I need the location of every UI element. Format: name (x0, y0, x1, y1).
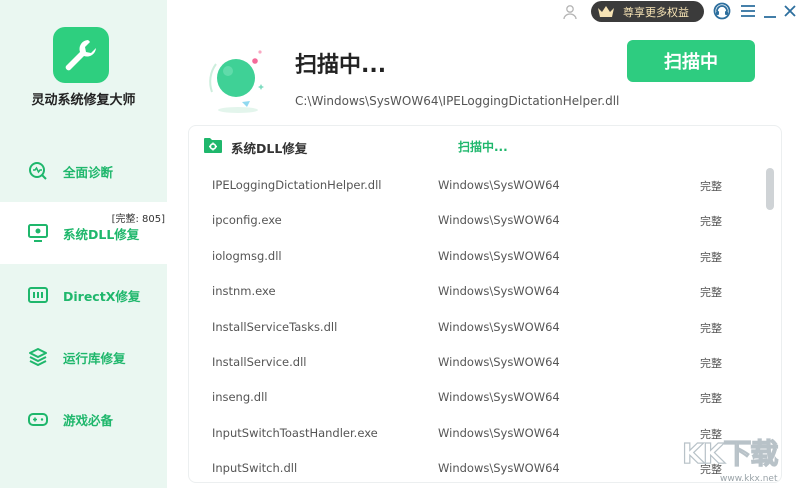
file-dir: Windows\SysWOW64 (438, 248, 560, 263)
file-name: iologmsg.dll (212, 248, 282, 263)
file-dir: Windows\SysWOW64 (438, 284, 560, 299)
menu-icon[interactable] (739, 2, 757, 20)
sidebar: 灵动系统修复大师 全面诊断 [完整: 805] 系统DLL修复 DirectX修… (0, 0, 167, 488)
vip-label: 尊享更多权益 (623, 5, 689, 19)
file-dir: Windows\SysWOW64 (438, 178, 560, 192)
list-item[interactable]: IPELoggingDictationHelper.dll Windows\Sy… (189, 168, 781, 203)
current-scan-path: C:\Windows\SysWOW64\IPELoggingDictationH… (295, 94, 620, 108)
feedback-icon[interactable] (713, 2, 731, 20)
scrollbar[interactable] (766, 168, 774, 210)
file-name: ipconfig.exe (212, 213, 282, 228)
file-status: 完整 (700, 180, 722, 193)
monitor-icon (28, 224, 48, 242)
file-status: 完整 (700, 250, 722, 264)
sidebar-item-dll[interactable]: [完整: 805] 系统DLL修复 (0, 202, 167, 264)
file-dir: Windows\SysWOW64 (438, 319, 560, 334)
file-name: InputSwitchToastHandler.exe (212, 425, 378, 440)
file-name: InstallServiceTasks.dll (212, 319, 338, 334)
panel-header: 系统DLL修复 扫描中... (189, 126, 781, 166)
sidebar-item-label: 全面诊断 (63, 164, 114, 180)
watermark-text: KK下载 (681, 436, 779, 470)
file-name: inseng.dll (212, 390, 268, 405)
diagnose-icon (29, 162, 47, 180)
file-dir: Windows\SysWOW64 (438, 461, 560, 476)
sidebar-item-diagnose[interactable]: 全面诊断 (0, 140, 167, 202)
user-icon[interactable] (562, 4, 578, 20)
file-status: 完整 (700, 321, 722, 335)
sidebar-item-label: 系统DLL修复 (63, 226, 140, 242)
panel-title: 系统DLL修复 (231, 141, 308, 156)
file-name: IPELoggingDictationHelper.dll (212, 178, 382, 192)
file-status: 完整 (700, 356, 722, 370)
vip-benefits-button[interactable]: 尊享更多权益 (591, 1, 704, 22)
list-item[interactable]: iologmsg.dll Windows\SysWOW64 完整 (189, 239, 781, 274)
file-name: InputSwitch.dll (212, 461, 298, 476)
file-status: 完整 (700, 215, 722, 229)
sidebar-item-directx[interactable]: DirectX修复 (0, 264, 167, 326)
gamepad-icon (28, 413, 48, 426)
file-dir: Windows\SysWOW64 (438, 354, 560, 369)
watermark: KK下载 www.kkx.net (681, 432, 798, 486)
watermark-url: www.kkx.net (720, 474, 778, 484)
close-icon[interactable] (781, 2, 799, 20)
scan-status: 扫描中... (458, 140, 508, 154)
scan-illustration-icon (209, 50, 264, 113)
file-dir: Windows\SysWOW64 (438, 390, 560, 405)
layers-icon (29, 348, 47, 367)
file-status: 完整 (700, 392, 722, 406)
scan-button[interactable]: 扫描中 (627, 40, 755, 82)
list-item[interactable]: InstallService.dll Windows\SysWOW64 完整 (189, 345, 781, 380)
list-item[interactable]: instnm.exe Windows\SysWOW64 完整 (189, 274, 781, 309)
folder-gear-icon (204, 138, 222, 153)
sidebar-item-games[interactable]: 游戏必备 (0, 388, 167, 450)
file-status: 完整 (700, 286, 722, 300)
file-dir: Windows\SysWOW64 (438, 425, 560, 440)
wrench-icon (53, 27, 109, 83)
app-name: 灵动系统修复大师 (31, 93, 136, 108)
sidebar-item-label: DirectX修复 (63, 288, 141, 304)
list-item[interactable]: inseng.dll Windows\SysWOW64 完整 (189, 380, 781, 415)
sidebar-item-label: 游戏必备 (63, 412, 114, 428)
sidebar-item-runtime[interactable]: 运行库修复 (0, 326, 167, 388)
directx-icon (28, 287, 48, 303)
page-title: 扫描中... (295, 53, 387, 78)
minimize-icon[interactable] (761, 2, 779, 20)
file-name: instnm.exe (212, 284, 276, 299)
list-item[interactable]: InstallServiceTasks.dll Windows\SysWOW64… (189, 310, 781, 345)
list-item[interactable]: ipconfig.exe Windows\SysWOW64 完整 (189, 203, 781, 238)
file-dir: Windows\SysWOW64 (438, 213, 560, 228)
sidebar-item-label: 运行库修复 (63, 350, 126, 366)
file-name: InstallService.dll (212, 354, 307, 369)
crown-icon (597, 5, 615, 18)
dll-scan-panel: 系统DLL修复 扫描中... IPELoggingDictationHelper… (188, 125, 782, 483)
